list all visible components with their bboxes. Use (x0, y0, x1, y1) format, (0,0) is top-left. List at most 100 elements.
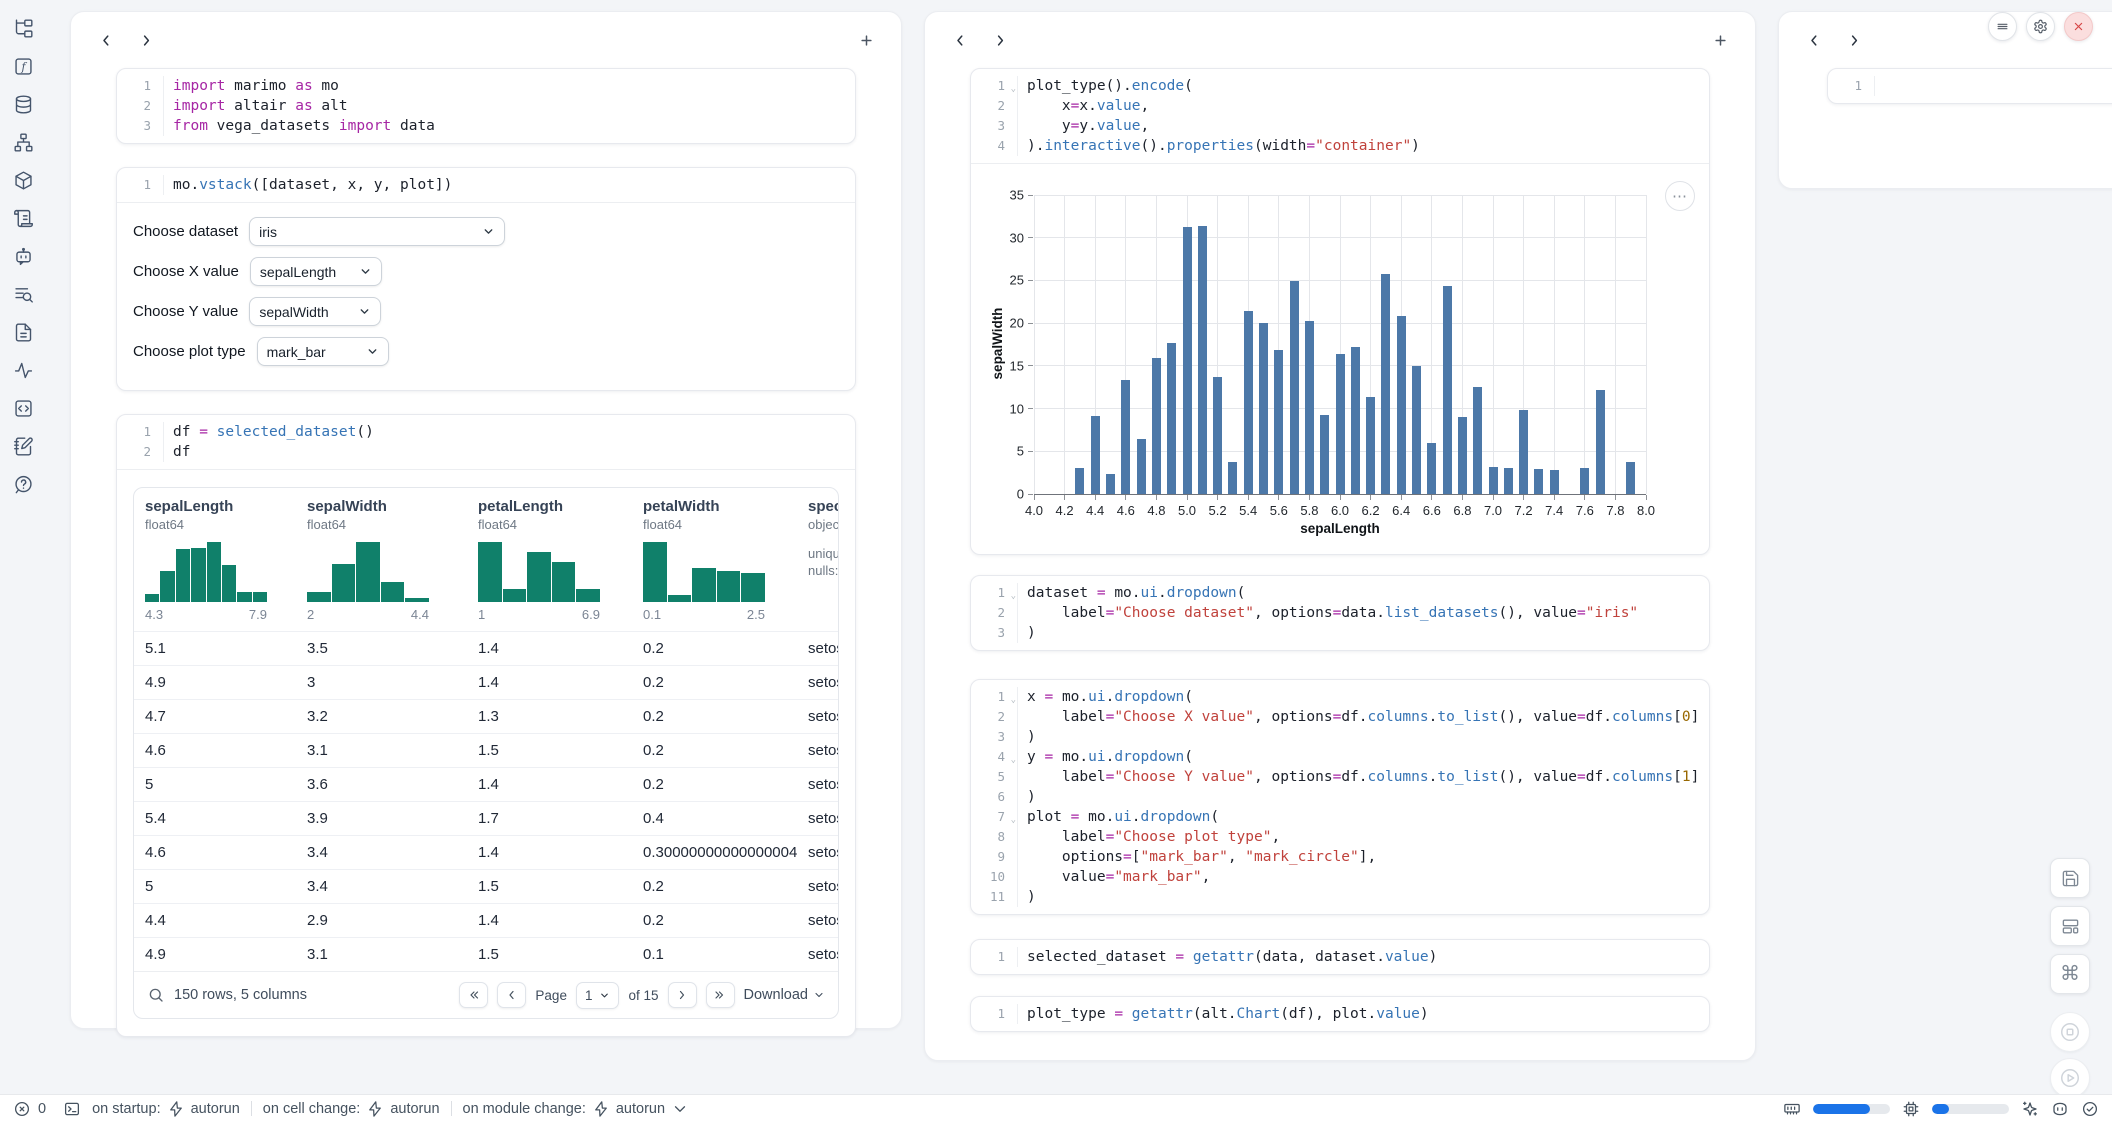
table-cell: 1.4 (467, 912, 632, 929)
sparkles-icon (2021, 1100, 2039, 1118)
choose-plot-type-select[interactable]: mark_bar (257, 337, 389, 366)
help-icon[interactable] (11, 472, 35, 496)
chart-actions-button[interactable]: ⋯ (1665, 181, 1695, 211)
table-summary: 150 rows, 5 columns (174, 987, 307, 1003)
terminal-button[interactable] (63, 1100, 81, 1118)
connection-status-button[interactable] (2081, 1100, 2099, 1118)
select-value: sepalWidth (259, 304, 328, 320)
code-editor[interactable]: 1selected_dataset = getattr(data, datase… (971, 940, 1709, 974)
code-line: 11) (971, 887, 1705, 907)
page-select[interactable]: 1 (576, 982, 620, 1009)
altair-bar-chart[interactable]: 4.04.24.44.64.85.05.25.45.65.86.06.26.46… (971, 164, 1709, 554)
file-tree-icon[interactable] (11, 16, 35, 40)
chart-bar (1381, 274, 1390, 494)
activity-icon[interactable] (11, 358, 35, 382)
table-cell: 3 (296, 674, 467, 691)
function-square-icon[interactable]: f (11, 54, 35, 78)
dataset-dropdown-cell: 1⌄dataset = mo.ui.dropdown(2 label="Choo… (970, 575, 1710, 651)
choose-x-value-select[interactable]: sepalLength (250, 257, 382, 286)
download-button[interactable]: Download (744, 987, 826, 1003)
column-2-header (925, 12, 1755, 68)
stop-button[interactable] (2050, 1012, 2090, 1052)
code-editor[interactable]: 1⌄plot_type().encode(2 x=x.value,3 y=y.v… (971, 69, 1709, 163)
column-header-petalWidth[interactable]: petalWidthfloat640.12.5 (632, 488, 797, 631)
error-count-badge[interactable]: 0 (13, 1100, 46, 1118)
column-move-right-button[interactable] (1841, 27, 1867, 53)
choose-dataset-select[interactable]: iris (249, 217, 505, 246)
choose-y-value-select[interactable]: sepalWidth (249, 297, 381, 326)
first-page-button[interactable] (459, 982, 488, 1008)
close-button[interactable] (2064, 12, 2093, 41)
column-header-sepalWidth[interactable]: sepalWidthfloat6424.4 (296, 488, 467, 631)
table-cell: 1.4 (467, 674, 632, 691)
on-module-change-mode[interactable]: on module change:autorun (463, 1100, 690, 1118)
chart-bar (1137, 439, 1146, 494)
code-output-icon[interactable] (11, 396, 35, 420)
scroll-text-icon[interactable] (11, 206, 35, 230)
column-move-right-button[interactable] (133, 27, 159, 53)
ai-assistant-button[interactable] (2021, 1100, 2039, 1118)
table-cell: 4.6 (134, 742, 296, 759)
column-header-sepalLength[interactable]: sepalLengthfloat644.37.9 (134, 488, 296, 631)
dropdown-label: Choose X value (133, 263, 239, 280)
code-line: 1import marimo as mo (117, 76, 851, 96)
code-editor[interactable]: 1df = selected_dataset()2df (117, 415, 855, 469)
column-min: 1 (478, 607, 485, 622)
vstack-cell: 1mo.vstack([dataset, x, y, plot]) Choose… (116, 167, 856, 391)
notebook-menu-button[interactable] (1988, 12, 2017, 41)
database-icon[interactable] (11, 92, 35, 116)
line-number: 2 (117, 96, 164, 116)
column-move-left-button[interactable] (93, 27, 119, 53)
code-editor[interactable]: 1import marimo as mo2import altair as al… (117, 69, 855, 143)
save-button[interactable] (2050, 858, 2090, 898)
table-cell: 5 (134, 776, 296, 793)
line-number: 1 (117, 422, 164, 442)
on-cell-change-mode[interactable]: on cell change:autorun (263, 1100, 440, 1118)
add-cell-button[interactable] (1707, 27, 1733, 53)
search-logs-icon[interactable] (11, 282, 35, 306)
mode-value: autorun (390, 1101, 439, 1117)
table-cell: 3.4 (296, 844, 467, 861)
settings-button[interactable] (2026, 12, 2055, 41)
chart-bar (1427, 443, 1436, 494)
copilot-button[interactable] (2051, 1100, 2069, 1118)
column-move-left-button[interactable] (947, 27, 973, 53)
code-line: 4).interactive().properties(width="conta… (971, 136, 1705, 156)
scratchpad-icon[interactable] (11, 434, 35, 458)
column-move-right-button[interactable] (987, 27, 1013, 53)
run-button[interactable] (2050, 1058, 2090, 1098)
x-tick-label: 6.8 (1453, 503, 1471, 518)
add-cell-button[interactable] (853, 27, 879, 53)
code-line: 2 label="Choose X value", options=df.col… (971, 707, 1705, 727)
last-page-button[interactable] (706, 982, 735, 1008)
chat-bot-icon[interactable] (11, 244, 35, 268)
table-cell: 0.4 (632, 810, 797, 827)
memory-icon (1783, 1100, 1801, 1118)
code-editor[interactable]: 1⌄x = mo.ui.dropdown(2 label="Choose X v… (971, 680, 1709, 914)
table-row: 5.13.51.40.2setosa (134, 631, 838, 665)
chart-bar (1489, 467, 1498, 494)
table-cell: 3.6 (296, 776, 467, 793)
document-icon[interactable] (11, 320, 35, 344)
keyboard-shortcuts-button[interactable]: ⌘ (2050, 954, 2090, 994)
column-header-petalLength[interactable]: petalLengthfloat6416.9 (467, 488, 632, 631)
column-move-left-button[interactable] (1801, 27, 1827, 53)
x-tick-label: 7.4 (1545, 503, 1563, 518)
layout-button[interactable] (2050, 906, 2090, 946)
on-startup-mode[interactable]: on startup:autorun (92, 1100, 240, 1118)
code-editor[interactable]: 1⌄dataset = mo.ui.dropdown(2 label="Choo… (971, 576, 1709, 650)
code-editor[interactable]: 1 Start coding or generate with (1828, 69, 2112, 103)
code-editor[interactable]: 1mo.vstack([dataset, x, y, plot]) (117, 168, 855, 202)
dependency-graph-icon[interactable] (11, 130, 35, 154)
dropdown-label: Choose dataset (133, 223, 238, 240)
code-editor[interactable]: 1plot_type = getattr(alt.Chart(df), plot… (971, 997, 1709, 1031)
prev-page-button[interactable] (497, 982, 526, 1008)
table-cell: 0.1 (632, 946, 797, 963)
table-search-button[interactable] (147, 986, 165, 1004)
column-histogram (478, 542, 600, 602)
column-header-species[interactable]: speciesobjectuniquenulls: (797, 488, 838, 631)
table-cell: 1.3 (467, 708, 632, 725)
next-page-button[interactable] (668, 982, 697, 1008)
command-icon: ⌘ (2060, 964, 2080, 984)
package-icon[interactable] (11, 168, 35, 192)
